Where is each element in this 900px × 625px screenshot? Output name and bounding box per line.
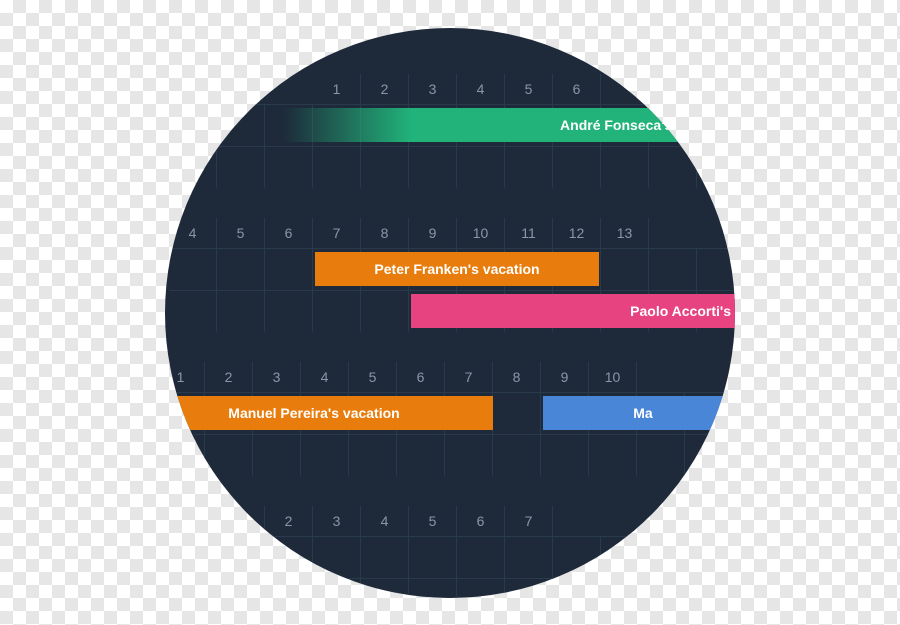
day-header-cell: 4 xyxy=(457,74,505,104)
scheduler-row xyxy=(313,146,735,188)
day-header-cell: 4 xyxy=(301,362,349,392)
day-header-cell: 3 xyxy=(253,362,301,392)
day-header-cell: 10 xyxy=(457,218,505,248)
day-header-cell: 5 xyxy=(349,362,397,392)
event-bar-paolo-accorti[interactable]: Paolo Accorti's xyxy=(411,294,735,328)
scheduler-row xyxy=(165,434,735,476)
event-bar-peter-franken[interactable]: Peter Franken's vacation xyxy=(315,252,599,286)
event-bar-manuel-pereira[interactable]: Manuel Pereira's vacation xyxy=(165,396,493,430)
day-header-row: 1 2 3 4 5 6 7 8 9 10 xyxy=(165,362,735,392)
day-header-cell: 1 xyxy=(165,362,205,392)
day-header-cell: 1 xyxy=(217,506,265,536)
day-header-cell: 6 xyxy=(265,218,313,248)
scheduler-row xyxy=(169,146,313,188)
day-header-row: 1 2 3 4 5 6 xyxy=(313,74,735,104)
day-header-row: 1 2 3 4 5 6 7 xyxy=(217,506,735,536)
scheduler-section-4: 1 2 3 4 5 6 7 xyxy=(217,506,735,598)
day-header-cell: 3 xyxy=(313,506,361,536)
day-header-cell: 9 xyxy=(409,218,457,248)
event-bar-ma[interactable]: Ma xyxy=(543,396,735,430)
day-header-cell: 4 xyxy=(361,506,409,536)
day-header-cell: 8 xyxy=(493,362,541,392)
scheduler-row xyxy=(217,578,735,598)
day-header-cell: 6 xyxy=(397,362,445,392)
day-header-cell: 1 xyxy=(313,74,361,104)
day-header-cell: 2 xyxy=(265,506,313,536)
day-header-cell: 2 xyxy=(361,74,409,104)
event-bar-andre-fonseca[interactable]: André Fonseca's vacation xyxy=(283,108,735,142)
day-header-cell: 7 xyxy=(313,218,361,248)
day-header-cell: 13 xyxy=(601,218,649,248)
day-header-cell: 7 xyxy=(505,506,553,536)
day-header-cell: 6 xyxy=(457,506,505,536)
day-header-cell: 11 xyxy=(505,218,553,248)
day-header-cell: 2 xyxy=(205,362,253,392)
day-header-cell: 8 xyxy=(361,218,409,248)
day-header-cell: 12 xyxy=(553,218,601,248)
day-header-cell: 9 xyxy=(541,362,589,392)
day-header-cell: 4 xyxy=(169,218,217,248)
day-header-cell: 5 xyxy=(409,506,457,536)
day-header-cell: 10 xyxy=(589,362,637,392)
day-header-cell: 3 xyxy=(409,74,457,104)
day-header-cell: 7 xyxy=(445,362,493,392)
day-header-row: 4 5 6 7 8 9 10 11 12 13 xyxy=(169,218,735,248)
day-header-cell: 5 xyxy=(217,218,265,248)
day-header-cell: 6 xyxy=(553,74,601,104)
day-header-cell: 5 xyxy=(505,74,553,104)
scheduler-row xyxy=(217,536,735,578)
scheduler-circle-viewport: 1 2 3 4 5 6 André Fonseca's vacation 4 5… xyxy=(165,28,735,598)
